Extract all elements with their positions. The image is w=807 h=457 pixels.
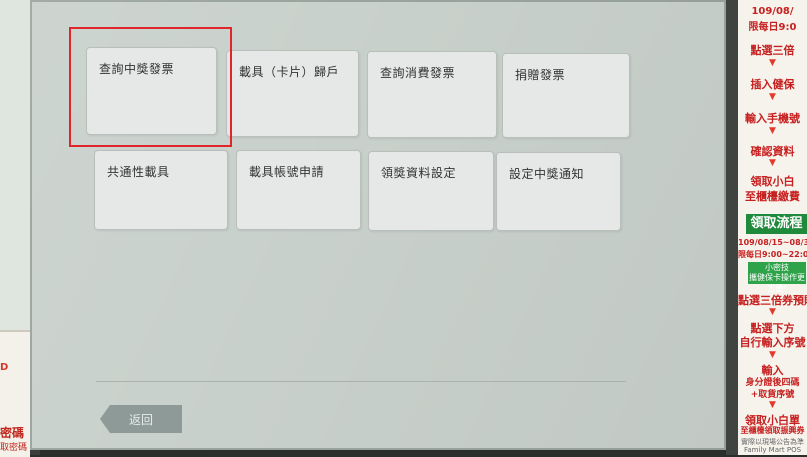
arrow-down-icon: ▼ bbox=[769, 307, 776, 317]
sticker-step: 確認資料 bbox=[750, 145, 795, 158]
sticker-step: 至櫃檯繳費 bbox=[745, 190, 800, 203]
sticker-step: 領取小白 bbox=[750, 175, 795, 188]
arrow-down-icon: ▼ bbox=[769, 92, 776, 102]
query-purchase-invoice-button[interactable]: 查詢消費發票 bbox=[367, 51, 497, 138]
tile-label: 載具（卡片）歸戶 bbox=[239, 65, 340, 79]
left-promo-sticker: D 密碼 取密碼 bbox=[0, 330, 30, 457]
selection-highlight bbox=[69, 27, 232, 147]
sticker-step: 點選三倍券預購 bbox=[738, 294, 807, 307]
sticker-header: 領取流程 bbox=[746, 214, 807, 234]
tile-label: 設定中獎通知 bbox=[509, 167, 585, 181]
tip-title: 小密技 bbox=[748, 262, 806, 272]
sticker-step: +取貨序號 bbox=[750, 390, 795, 400]
sticker-step: 輸入手機號 bbox=[745, 112, 800, 125]
sticker-hours: 限每日9:00~22:00 bbox=[738, 250, 807, 259]
left-sticker-text-1: D bbox=[0, 362, 9, 373]
brand-logo: Family Mart POS bbox=[743, 446, 802, 454]
carrier-account-apply-button[interactable]: 載具帳號申請 bbox=[236, 150, 361, 230]
back-button[interactable]: 返回 bbox=[100, 405, 182, 433]
tip-text: 攜健保卡操作更方便! bbox=[748, 272, 806, 293]
arrow-down-icon: ▼ bbox=[769, 58, 776, 68]
right-promo-sticker: 109/08/ 限每日9:0 點選三倍 ▼ 插入健保 ▼ 輸入手機號 ▼ 確認資… bbox=[738, 0, 807, 455]
sticker-date: 109/08/ bbox=[751, 6, 794, 17]
tile-label: 共通性載具 bbox=[107, 165, 170, 179]
sticker-step: 點選三倍 bbox=[750, 44, 795, 57]
donate-invoice-button[interactable]: 捐贈發票 bbox=[502, 53, 630, 138]
sticker-date-range: 109/08/15~08/31 bbox=[738, 238, 807, 247]
prize-claim-settings-button[interactable]: 領獎資料設定 bbox=[368, 151, 494, 231]
sticker-hours: 限每日9:0 bbox=[748, 22, 797, 33]
arrow-down-icon: ▼ bbox=[769, 400, 776, 410]
winning-notification-settings-button[interactable]: 設定中獎通知 bbox=[496, 152, 621, 231]
arrow-down-icon: ▼ bbox=[769, 158, 776, 168]
tile-label: 查詢消費發票 bbox=[380, 66, 456, 80]
tile-label: 領獎資料設定 bbox=[381, 166, 457, 180]
tile-label: 載具帳號申請 bbox=[249, 165, 325, 179]
arrow-down-icon: ▼ bbox=[769, 126, 776, 136]
sticker-step: 至櫃檯領取振興券 bbox=[740, 426, 805, 435]
left-sticker-text-2: 密碼 bbox=[0, 426, 25, 440]
sticker-step: 自行輸入序號 bbox=[739, 336, 806, 349]
arrow-down-icon: ▼ bbox=[769, 350, 776, 360]
common-carrier-button[interactable]: 共通性載具 bbox=[94, 150, 228, 230]
sticker-step: 插入健保 bbox=[750, 78, 795, 91]
tile-label: 捐贈發票 bbox=[515, 68, 566, 82]
left-sticker-text-3: 取密碼 bbox=[0, 443, 28, 453]
bottom-divider bbox=[96, 381, 626, 382]
carrier-card-binding-button[interactable]: 載具（卡片）歸戶 bbox=[226, 50, 359, 137]
